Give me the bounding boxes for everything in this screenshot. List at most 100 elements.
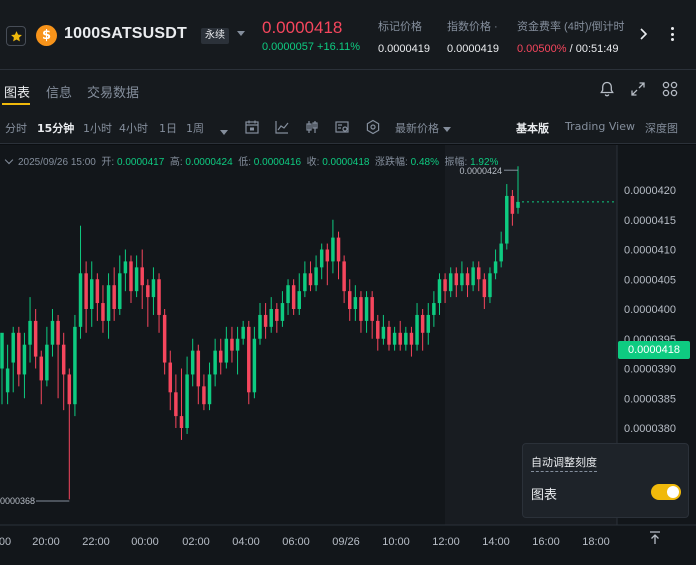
candle-body[interactable] [331,237,335,262]
candle-body[interactable] [297,291,301,309]
candle-body[interactable] [213,350,217,375]
candle-body[interactable] [370,297,374,321]
candle-body[interactable] [17,332,21,375]
candle-body[interactable] [84,273,88,309]
candle-body[interactable] [381,326,386,339]
more-timeframes-icon[interactable] [216,122,232,138]
candles-icon[interactable] [304,119,320,135]
candle-body[interactable] [174,392,178,417]
candle-body[interactable] [303,273,307,292]
more-vertical-icon[interactable] [664,25,680,43]
candle-body[interactable] [516,201,520,208]
gear-icon[interactable] [365,119,381,135]
chevron-right-icon[interactable] [636,27,650,41]
candle-body[interactable] [415,314,419,345]
tab-chart[interactable]: 图表 [4,82,30,101]
line-chart-icon[interactable] [274,119,290,135]
auto-scale-toggle[interactable] [651,484,681,500]
timeframe-4h[interactable]: 4小时 [119,120,148,136]
candle-body[interactable] [488,273,492,298]
candle-body[interactable] [505,195,509,244]
candle-body[interactable] [202,386,206,405]
view-tradingview[interactable]: Trading View [565,120,635,133]
view-depth[interactable]: 深度图 [645,120,678,136]
candle-body[interactable] [432,303,436,315]
candle-body[interactable] [448,273,453,292]
candle-body[interactable] [33,320,38,357]
candle-body[interactable] [499,243,503,262]
timeframe-15m[interactable]: 15分钟 [37,120,74,136]
timeframe-time[interactable]: 分时 [5,120,27,136]
candle-body[interactable] [471,267,475,286]
collapse-icon[interactable] [4,155,14,165]
candle-body[interactable] [50,320,55,345]
expand-icon[interactable] [629,80,647,98]
candle-body[interactable] [314,267,318,286]
candle-body[interactable] [39,356,43,381]
candle-body[interactable] [162,314,167,363]
candle-body[interactable] [67,374,72,405]
candle-body[interactable] [269,309,273,327]
candle-body[interactable] [364,297,369,321]
favorite-button[interactable] [6,26,26,46]
candle-body[interactable] [392,332,397,345]
bell-icon[interactable] [598,80,616,98]
candle-body[interactable] [230,338,234,351]
candle-body[interactable] [465,273,470,286]
candle-body[interactable] [454,273,459,286]
latest-price-dropdown[interactable]: 最新价格 [395,120,451,136]
candle-body[interactable] [342,261,346,292]
candle-body[interactable] [185,374,189,428]
candle-body[interactable] [291,285,296,309]
candle-body[interactable] [106,285,111,321]
candle-body[interactable] [477,267,481,280]
candle-body[interactable] [95,279,100,304]
candle-body[interactable] [118,273,122,309]
candle-body[interactable] [73,326,77,405]
candle-body[interactable] [78,273,83,327]
candle-body[interactable] [134,267,139,292]
candle-body[interactable] [190,350,195,375]
grid-layout-icon[interactable] [661,80,679,98]
candle-body[interactable] [348,291,352,309]
candle-body[interactable] [123,261,128,274]
timeframe-1h[interactable]: 1小时 [83,120,112,136]
candle-body[interactable] [151,279,156,298]
tab-info[interactable]: 信息 [46,82,72,101]
candle-body[interactable] [409,332,414,345]
candle-body[interactable] [437,279,442,304]
candle-body[interactable] [325,249,330,262]
candle-body[interactable] [129,261,133,292]
candle-body[interactable] [286,285,290,304]
candle-body[interactable] [56,320,60,345]
candle-body[interactable] [426,314,430,333]
auto-scale-title[interactable]: 自动调整刻度 [531,454,597,472]
candle-body[interactable] [179,416,184,428]
candle-body[interactable] [45,344,49,381]
timeframe-1w[interactable]: 1周 [186,120,204,136]
candle-body[interactable] [224,338,229,363]
candle-body[interactable] [235,338,240,351]
candle-body[interactable] [22,344,27,375]
candle-body[interactable] [11,332,15,363]
symbol-name[interactable]: 1000SATSUSDT [64,25,187,43]
candle-body[interactable] [308,273,313,286]
candle-body[interactable] [101,303,105,321]
candle-body[interactable] [61,344,66,375]
candle-body[interactable] [252,338,257,393]
candle-body[interactable] [336,237,341,262]
candle-body[interactable] [460,273,464,286]
view-basic[interactable]: 基本版 [516,120,549,136]
symbol-dropdown-icon[interactable] [237,31,245,36]
candle-body[interactable] [404,332,408,345]
candle-body[interactable] [247,326,251,393]
candle-body[interactable] [219,350,223,363]
candle-body[interactable] [387,326,391,345]
indicator-settings-icon[interactable] [334,119,350,135]
candle-body[interactable] [482,279,487,298]
candle-body[interactable] [241,326,245,339]
candle-body[interactable] [510,195,515,214]
candle-body[interactable] [140,267,144,286]
calendar-icon[interactable] [244,119,260,135]
candle-body[interactable] [90,279,94,309]
